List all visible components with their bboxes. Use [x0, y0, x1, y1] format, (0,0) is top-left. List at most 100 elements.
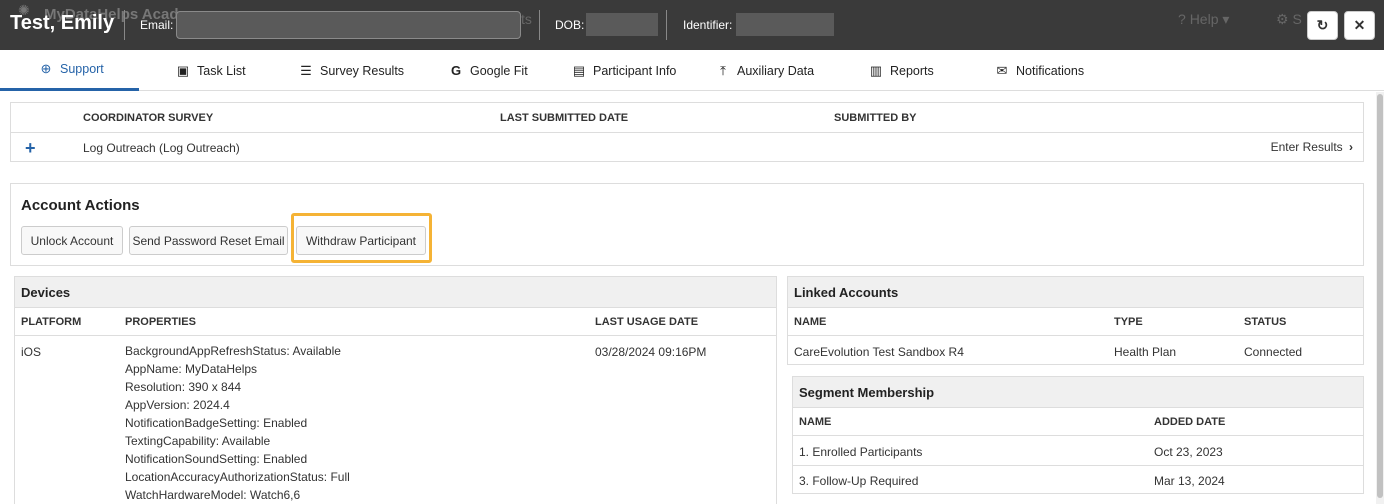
property: TextingCapability: Available — [125, 434, 271, 448]
panel-header: Devices — [15, 277, 776, 308]
column-header: ADDED DATE — [1154, 416, 1226, 428]
column-header: PROPERTIES — [125, 316, 196, 328]
segment-name: 3. Follow-Up Required — [799, 474, 919, 488]
tab-participant-info[interactable]: ▤ Participant Info — [571, 50, 677, 91]
property: NotificationSoundSetting: Enabled — [125, 452, 308, 466]
property: AppName: MyDataHelps — [125, 362, 258, 376]
chevron-right-icon: › — [1349, 140, 1353, 154]
tab-label: Notifications — [1016, 63, 1085, 78]
envelope-open-icon: ✉ — [996, 62, 1008, 78]
email-label: Email: — [140, 18, 174, 32]
device-last-usage: 03/28/2024 09:16PM — [595, 345, 707, 359]
tab-label: Support — [60, 62, 104, 76]
withdraw-participant-button[interactable]: Withdraw Participant — [296, 226, 426, 255]
panel-title: Segment Membership — [799, 385, 935, 400]
identifier-redacted — [736, 13, 834, 36]
send-password-reset-button[interactable]: Send Password Reset Email — [129, 226, 288, 255]
column-header: SUBMITTED BY — [834, 112, 917, 124]
tab-survey-results[interactable]: ☰ Survey Results — [298, 50, 404, 91]
devices-panel: Devices PLATFORM PROPERTIES LAST USAGE D… — [14, 276, 777, 504]
column-header: COORDINATOR SURVEY — [83, 112, 214, 124]
column-header: PLATFORM — [21, 316, 82, 328]
enter-results-link[interactable]: Enter Results › — [1271, 140, 1353, 154]
page-scrollbar[interactable] — [1376, 92, 1384, 504]
help-icon: ? — [1178, 11, 1186, 27]
property: LocationAccuracyAuthorizationStatus: Ful… — [125, 470, 350, 484]
tab-task-list[interactable]: ▣ Task List — [175, 50, 246, 91]
column-header: NAME — [794, 316, 827, 328]
close-icon: ✕ — [1353, 17, 1366, 33]
email-field-redacted — [176, 11, 521, 39]
tab-label: Task List — [197, 63, 246, 78]
help-menu[interactable]: ? Help ▾ — [1178, 11, 1229, 28]
linked-account-name: CareEvolution Test Sandbox R4 — [794, 345, 964, 359]
divider — [11, 132, 1363, 133]
tab-support[interactable]: ⊕ Support — [0, 50, 139, 91]
enter-results-label: Enter Results — [1270, 140, 1343, 154]
account-actions-panel: Account Actions Unlock Account Send Pass… — [10, 183, 1364, 266]
identifier-label: Identifier: — [683, 18, 733, 32]
property: Resolution: 390 x 844 — [125, 380, 242, 394]
linked-accounts-panel: Linked Accounts NAME TYPE STATUS CareEvo… — [787, 276, 1364, 365]
segment-added-date: Mar 13, 2024 — [1154, 474, 1225, 488]
property: WatchHardwareModel: Watch6,6 — [125, 488, 301, 502]
google-icon: G — [450, 63, 462, 78]
caret-down-icon: ▾ — [1222, 11, 1230, 27]
settings-label: S — [1292, 11, 1302, 27]
divider — [666, 10, 667, 40]
segment-added-date: Oct 23, 2023 — [1154, 445, 1223, 459]
faded-text: ts — [521, 11, 532, 27]
property: NotificationBadgeSetting: Enabled — [125, 416, 308, 430]
linked-account-type: Health Plan — [1114, 345, 1177, 359]
tab-auxiliary-data[interactable]: ⤒ Auxiliary Data — [715, 50, 814, 91]
tab-google-fit[interactable]: G Google Fit — [448, 50, 528, 91]
panel-title: Devices — [21, 285, 71, 300]
divider — [788, 335, 1363, 336]
tab-label: Participant Info — [593, 63, 677, 78]
tab-label: Survey Results — [320, 63, 405, 78]
tab-label: Reports — [890, 63, 934, 78]
segment-membership-panel: Segment Membership NAME ADDED DATE 1. En… — [792, 376, 1364, 494]
column-header: TYPE — [1114, 316, 1143, 328]
unlock-account-button[interactable]: Unlock Account — [21, 226, 123, 255]
bar-chart-icon: ▥ — [869, 62, 883, 78]
tab-bar: ⊕ Support ▣ Task List ☰ Survey Results G… — [0, 50, 1384, 91]
refresh-icon: ↻ — [1316, 17, 1329, 33]
dob-redacted — [586, 13, 658, 36]
divider — [793, 435, 1363, 436]
tab-notifications[interactable]: ✉ Notifications — [994, 50, 1085, 91]
tab-reports[interactable]: ▥ Reports — [868, 50, 934, 91]
participant-name: Test, Emily — [10, 12, 115, 34]
refresh-button[interactable]: ↻ — [1307, 11, 1338, 40]
column-header: LAST USAGE DATE — [595, 316, 699, 328]
divider — [793, 465, 1363, 466]
tab-label: Google Fit — [470, 63, 528, 78]
panel-title: Linked Accounts — [794, 285, 899, 300]
column-header: LAST SUBMITTED DATE — [500, 112, 629, 124]
survey-name: Log Outreach (Log Outreach) — [83, 141, 240, 155]
divider — [539, 10, 540, 40]
top-header: ✺ MyDataHelps Acad Test, Emily Email: ts… — [0, 0, 1384, 50]
divider — [124, 10, 125, 40]
divider — [15, 335, 776, 336]
tab-label: Auxiliary Data — [737, 63, 815, 78]
scrollbar-thumb[interactable] — [1377, 94, 1383, 498]
dob-label: DOB: — [555, 18, 585, 32]
settings-menu[interactable]: ⚙ S — [1276, 11, 1302, 28]
property: AppVersion: 2024.4 — [125, 398, 230, 412]
close-button[interactable]: ✕ — [1344, 11, 1375, 40]
linked-account-status: Connected — [1244, 345, 1303, 359]
panel-header: Linked Accounts — [788, 277, 1363, 308]
property: BackgroundAppRefreshStatus: Available — [125, 344, 341, 358]
list-icon: ☰ — [300, 62, 312, 78]
lifebuoy-icon: ⊕ — [40, 61, 52, 76]
calendar-check-icon: ▣ — [176, 62, 190, 78]
add-icon[interactable]: + — [25, 138, 36, 159]
panel-header: Segment Membership — [793, 377, 1363, 408]
device-platform: iOS — [21, 345, 42, 359]
id-card-icon: ▤ — [572, 62, 586, 78]
device-properties: BackgroundAppRefreshStatus: Available Ap… — [125, 342, 350, 504]
help-label: Help — [1189, 11, 1219, 27]
section-title: Account Actions — [21, 197, 140, 214]
gear-icon: ⚙ — [1276, 11, 1289, 27]
